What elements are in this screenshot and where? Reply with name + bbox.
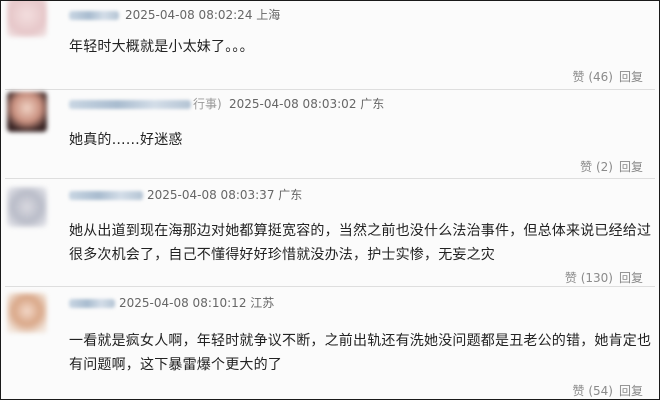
- like-label: 赞: [564, 271, 577, 285]
- comment-item: 2025-04-08 08:02:24 上海 年轻时大概就是小太妹了。。。 赞 …: [1, 1, 659, 89]
- avatar[interactable]: [7, 92, 47, 132]
- comment-text: 她从出道到现在海那边对她都算挺宽容的，当然之前也没什么法治事件，但总体来说已经给…: [69, 223, 652, 263]
- like-label: 赞: [572, 384, 585, 398]
- avatar[interactable]: [7, 1, 47, 37]
- avatar[interactable]: [7, 187, 47, 227]
- like-count: (46): [588, 70, 613, 84]
- comment-meta-prefix: 行事): [193, 97, 222, 111]
- like-button[interactable]: 赞 (46): [573, 70, 613, 84]
- comment-item: 2025-04-08 08:03:37 广东 她从出道到现在海那边对她都算挺宽容…: [1, 179, 659, 285]
- avatar[interactable]: [7, 293, 47, 333]
- like-count: (54): [588, 384, 613, 398]
- comment-actions: 赞 (130) 回复: [565, 269, 643, 286]
- reply-button[interactable]: 回复: [619, 384, 643, 398]
- like-count: (2): [595, 160, 613, 174]
- like-button[interactable]: 赞 (54): [573, 384, 613, 398]
- reply-button[interactable]: 回复: [619, 160, 643, 174]
- comment-item: 2025-04-08 08:10:12 江苏 一看就是疯女人啊，年轻时就争议不断…: [1, 287, 659, 399]
- comment-actions: 赞 (46) 回复: [573, 68, 644, 85]
- reply-button[interactable]: 回复: [619, 70, 643, 84]
- like-button[interactable]: 赞 (130): [565, 271, 613, 285]
- comment-item: 行事) 2025-04-08 08:03:02 广东 她真的……好迷惑 赞 (2…: [1, 90, 659, 178]
- comment-meta: 2025-04-08 08:03:02 广东: [229, 97, 385, 111]
- reply-button[interactable]: 回复: [619, 271, 643, 285]
- like-button[interactable]: 赞 (2): [580, 160, 613, 174]
- comment-text: 一看就是疯女人啊，年轻时就争议不断，之前出轨还有洗她没问题都是丑老公的错，她肯定…: [69, 333, 652, 373]
- comment-list: 2025-04-08 08:02:24 上海 年轻时大概就是小太妹了。。。 赞 …: [0, 0, 660, 400]
- comment-actions: 赞 (2) 回复: [580, 158, 643, 175]
- comment-meta: 2025-04-08 08:03:37 广东: [147, 188, 303, 202]
- comment-text: 她真的……好迷惑: [69, 132, 183, 148]
- username[interactable]: [69, 299, 115, 308]
- username[interactable]: [69, 11, 119, 20]
- comment-meta: 2025-04-08 08:10:12 江苏: [119, 296, 275, 310]
- comment-actions: 赞 (54) 回复: [573, 382, 644, 399]
- comment-meta: 2025-04-08 08:02:24 上海: [125, 8, 281, 22]
- like-count: (130): [580, 271, 613, 285]
- username[interactable]: [69, 100, 191, 109]
- like-label: 赞: [572, 70, 585, 84]
- username[interactable]: [69, 191, 143, 200]
- like-label: 赞: [580, 160, 593, 174]
- comment-text: 年轻时大概就是小太妹了。。。: [69, 39, 254, 55]
